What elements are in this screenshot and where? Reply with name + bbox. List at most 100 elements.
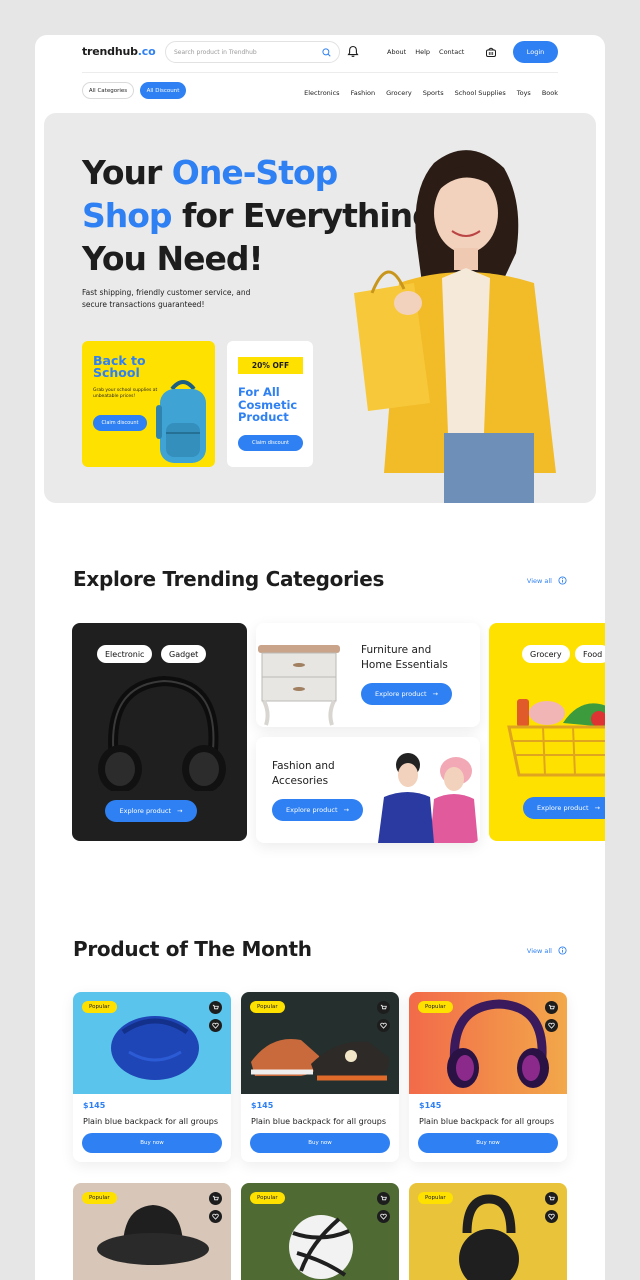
product-card[interactable]: Popular [241,1183,399,1280]
promo-description: Grab your school supplies at unbeatable … [93,388,158,399]
add-to-cart-icon[interactable] [377,1001,390,1014]
buy-now-button[interactable]: Buy now [418,1133,558,1153]
category-title: Fashion and Accesories [272,760,335,787]
product-name: Plain blue backpack for all groups [83,1117,219,1126]
help-link[interactable]: Help [415,48,430,56]
nav-grocery[interactable]: Grocery [386,89,412,97]
nav-toys[interactable]: Toys [517,89,531,97]
explore-product-button[interactable]: Explore product → [105,800,197,822]
logo-text: trendhub [82,45,138,58]
wishlist-heart-icon[interactable] [545,1210,558,1223]
all-discount-filter[interactable]: All Discount [140,82,186,99]
info-circle-icon [558,576,567,585]
nav-electronics[interactable]: Electronics [304,89,339,97]
all-categories-filter[interactable]: All Categories [82,82,134,99]
logo[interactable]: trendhub.co [82,45,156,58]
claim-discount-button[interactable]: Claim discount [238,435,303,451]
header-divider [82,72,558,73]
info-circle-icon [558,946,567,955]
product-price: $145 [419,1101,442,1110]
add-to-cart-icon[interactable] [545,1001,558,1014]
wishlist-heart-icon[interactable] [377,1210,390,1223]
buy-now-button[interactable]: Buy now [82,1133,222,1153]
add-to-cart-icon[interactable] [545,1192,558,1205]
explore-product-button[interactable]: Explore product → [361,683,452,705]
view-all-label: View all [526,946,552,955]
product-card[interactable]: Popular $145 Plain blue backpack for all… [241,992,399,1162]
electronic-category-card[interactable]: Electronic Gadget Explore product → [72,623,247,841]
trending-view-all-link[interactable]: View all [527,576,567,585]
product-card[interactable]: Popular [73,1183,231,1280]
products-view-all-link[interactable]: View all [527,946,567,955]
trending-section-title: Explore Trending Categories [73,567,385,591]
fashion-category-card[interactable]: Fashion and Accesories Explore product → [256,737,480,843]
login-button[interactable]: Login [513,41,558,63]
product-name: Plain blue backpack for all groups [251,1117,387,1126]
backpack-image [156,380,206,463]
page: trendhub.co Search product in Trendhub A… [35,35,605,1280]
headline-highlight: One-Stop [171,153,338,192]
hero-subtitle: Fast shipping, friendly customer service… [82,288,251,309]
hero-model-image [354,150,556,503]
add-to-cart-icon[interactable] [209,1192,222,1205]
buy-now-button[interactable]: Buy now [250,1133,390,1153]
claim-discount-button[interactable]: Claim discount [93,415,147,431]
nav-sports[interactable]: Sports [423,89,444,97]
popular-badge: Popular [250,1192,285,1204]
furniture-category-card[interactable]: Furniture and Home Essentials Explore pro… [256,623,480,727]
product-card[interactable]: Popular $145 Plain blue backpack for all… [73,992,231,1162]
nav-book[interactable]: Book [542,89,558,97]
product-price: $145 [83,1101,106,1110]
popular-badge: Popular [82,1001,117,1013]
grocery-basket-image [507,699,605,777]
popular-badge: Popular [418,1192,453,1204]
wishlist-heart-icon[interactable] [545,1019,558,1032]
promo-title: For All Cosmetic Product [238,385,298,424]
add-to-cart-icon[interactable] [209,1001,222,1014]
fashion-models-image [378,753,478,843]
headphones-image [98,675,226,791]
wishlist-heart-icon[interactable] [209,1019,222,1032]
product-name: Plain blue backpack for all groups [419,1117,555,1126]
discount-badge: 20% OFF [238,357,303,374]
products-section-title: Product of The Month [73,937,312,961]
headline-text: Your [82,153,172,192]
contact-link[interactable]: Contact [439,48,464,56]
logo-suffix: .co [137,45,156,58]
about-link[interactable]: About [387,48,406,56]
nav-fashion[interactable]: Fashion [351,89,376,97]
category-tag: Grocery [522,645,570,663]
product-card[interactable]: Popular $145 Plain blue backpack for all… [409,992,567,1162]
search-icon[interactable] [322,47,331,57]
arrow-right-icon: → [177,807,183,815]
wishlist-heart-icon[interactable] [377,1019,390,1032]
explore-product-button[interactable]: Explore product → [523,797,605,819]
arrow-right-icon: → [343,806,349,814]
category-title: Furniture and Home Essentials [361,644,448,671]
promo-title: Back to School [93,353,146,380]
search-input[interactable]: Search product in Trendhub [165,41,340,63]
search-placeholder: Search product in Trendhub [174,48,257,56]
arrow-right-icon: → [432,690,438,698]
product-price: $145 [251,1101,274,1110]
view-all-label: View all [526,576,552,585]
category-tag: Electronic [97,645,153,663]
category-tag: Gadget [161,645,207,663]
category-tag: Food [575,645,605,663]
back-to-school-promo[interactable]: Back to School Grab your school supplies … [82,341,215,467]
add-to-cart-icon[interactable] [377,1192,390,1205]
product-card[interactable]: Popular [409,1183,567,1280]
arrow-right-icon: → [594,804,600,812]
cart-icon[interactable] [485,46,497,58]
explore-product-button[interactable]: Explore product → [272,799,363,821]
headline-highlight: Shop [82,196,173,235]
popular-badge: Popular [250,1001,285,1013]
popular-badge: Popular [82,1192,117,1204]
cosmetic-promo[interactable]: 20% OFF For All Cosmetic Product Claim dis… [227,341,313,467]
notification-bell-icon[interactable] [347,45,359,58]
hero-banner: Your One-Stop Shop for Everything You Ne… [44,113,596,503]
nav-school-supplies[interactable]: School Supplies [455,89,506,97]
grocery-category-card[interactable]: Grocery Food Explore product → [489,623,605,841]
category-nav: Electronics Fashion Grocery Sports Schoo… [304,89,558,97]
wishlist-heart-icon[interactable] [209,1210,222,1223]
